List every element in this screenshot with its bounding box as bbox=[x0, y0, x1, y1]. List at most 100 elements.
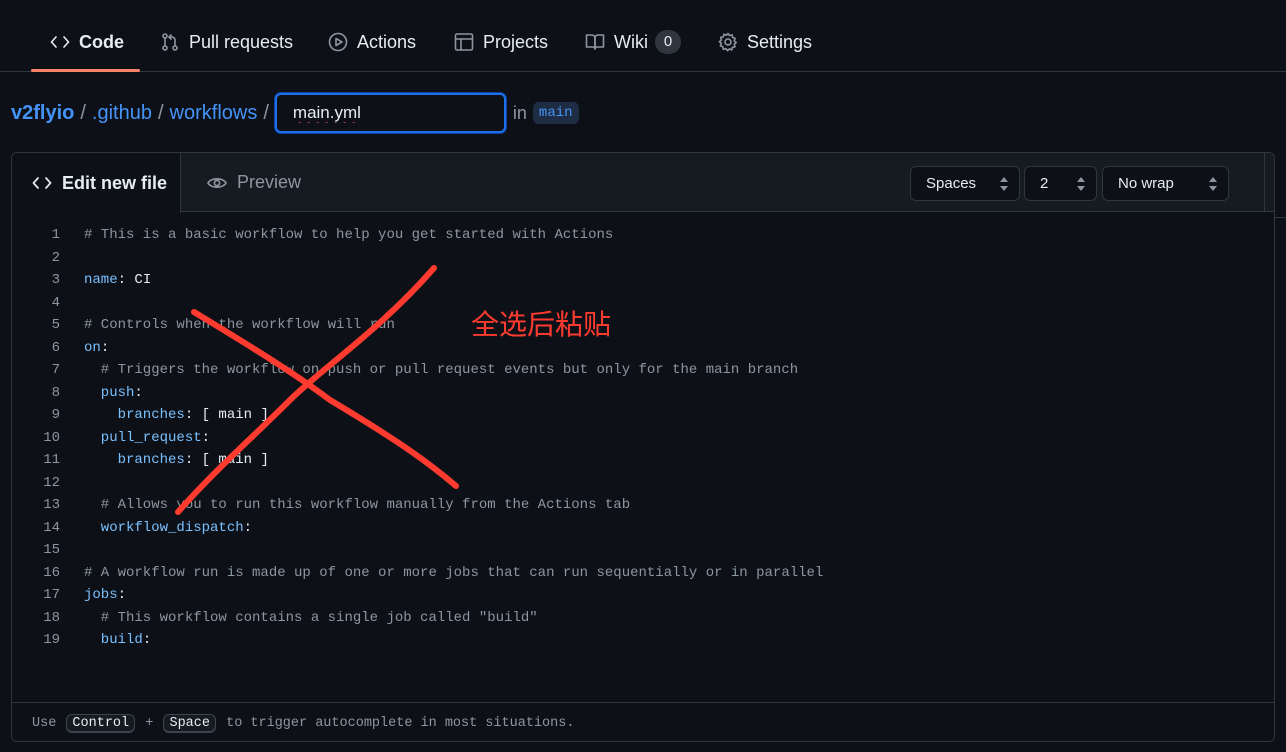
code-line: 19 build: bbox=[12, 629, 1264, 652]
yaml-comment: # Triggers the workflow on push or pull … bbox=[84, 362, 799, 378]
line-text: # Controls when the workflow will run bbox=[84, 314, 395, 337]
hint-rest: to trigger autocomplete in most situatio… bbox=[226, 715, 575, 731]
tab-actions[interactable]: Actions bbox=[328, 26, 416, 58]
hint-use: Use bbox=[32, 715, 57, 731]
eye-icon bbox=[207, 177, 227, 188]
code-line: 1 # This is a basic workflow to help you … bbox=[12, 224, 1264, 247]
yaml-key: push bbox=[84, 384, 135, 401]
select-arrows-icon bbox=[1208, 176, 1218, 192]
indent-mode-select[interactable]: Spaces bbox=[910, 166, 1020, 201]
tab-settings[interactable]: Settings bbox=[718, 26, 812, 58]
code-line: 2 bbox=[12, 247, 1264, 270]
line-number: 10 bbox=[43, 429, 60, 446]
line-number: 3 bbox=[51, 272, 60, 288]
tab-pull-requests-label: Pull requests bbox=[189, 31, 294, 52]
yaml-value: : [ main ] bbox=[184, 407, 269, 423]
tab-wiki-label: Wiki bbox=[614, 31, 648, 52]
wiki-counter-badge: 0 bbox=[655, 30, 681, 54]
line-text: # A workflow run is made up of one or mo… bbox=[84, 562, 823, 585]
breadcrumb-workflows-link[interactable]: workflows bbox=[170, 102, 258, 125]
tab-projects[interactable]: Projects bbox=[454, 26, 548, 58]
select-arrows-icon bbox=[1076, 176, 1086, 192]
tab-edit-new-file[interactable]: Edit new file bbox=[12, 153, 181, 213]
line-text: workflow_dispatch: bbox=[84, 517, 252, 540]
code-line: 12 bbox=[12, 472, 1264, 495]
yaml-value: : bbox=[201, 429, 211, 446]
line-text: # Triggers the workflow on push or pull … bbox=[84, 359, 798, 382]
line-number: 1 bbox=[51, 227, 60, 243]
breadcrumb-separator: / bbox=[80, 101, 86, 124]
line-number: 15 bbox=[43, 542, 60, 558]
code-line: 6 on: bbox=[12, 337, 1264, 360]
annotation-text: 全选后粘贴 bbox=[471, 308, 612, 341]
tab-pull-requests[interactable]: Pull requests bbox=[160, 26, 293, 58]
active-tab-indicator bbox=[31, 69, 140, 72]
editor-toolbar: Edit new file Preview Spaces 2 No wrap bbox=[12, 153, 1274, 213]
filename-input[interactable] bbox=[274, 93, 506, 133]
line-number: 17 bbox=[43, 587, 60, 603]
yaml-comment: # This workflow contains a single job ca… bbox=[84, 609, 538, 626]
line-number: 8 bbox=[51, 384, 60, 401]
indent-mode-value: Spaces bbox=[926, 175, 977, 192]
code-line: 14 workflow_dispatch: bbox=[12, 517, 1264, 540]
play-icon bbox=[328, 32, 348, 52]
yaml-value: : [ main ] bbox=[184, 452, 269, 468]
code-icon bbox=[32, 177, 52, 189]
yaml-value: : CI bbox=[117, 272, 152, 288]
code-line: 17 jobs: bbox=[12, 584, 1264, 607]
code-editor-area[interactable]: 1 # This is a basic workflow to help you … bbox=[12, 224, 1264, 652]
yaml-key: branches bbox=[84, 407, 185, 423]
line-text: # This is a basic workflow to help you g… bbox=[84, 224, 613, 247]
breadcrumb-owner-link[interactable]: v2flyio bbox=[11, 102, 74, 125]
yaml-key: branches bbox=[84, 452, 185, 468]
gear-icon bbox=[718, 32, 737, 52]
tab-preview-label: Preview bbox=[237, 172, 302, 192]
tab-preview[interactable]: Preview bbox=[207, 153, 301, 212]
tab-wiki[interactable]: Wiki 0 bbox=[585, 26, 681, 58]
file-editor: Edit new file Preview Spaces 2 No wrap 1… bbox=[11, 152, 1275, 742]
yaml-key: workflow_dispatch bbox=[84, 519, 244, 536]
line-text: name: CI bbox=[84, 269, 151, 292]
line-number: 11 bbox=[43, 452, 60, 468]
book-icon bbox=[585, 34, 605, 50]
breadcrumb-separator: / bbox=[263, 101, 269, 124]
indent-size-select[interactable]: 2 bbox=[1024, 166, 1097, 201]
tab-settings-label: Settings bbox=[747, 31, 813, 52]
tab-projects-label: Projects bbox=[483, 31, 549, 52]
tab-code[interactable]: Code bbox=[50, 26, 124, 58]
in-label: in bbox=[512, 102, 527, 123]
yaml-value: : bbox=[117, 587, 127, 603]
wrap-mode-value: No wrap bbox=[1118, 175, 1174, 192]
line-text: jobs: bbox=[84, 584, 126, 607]
code-line: 9 branches: [ main ] bbox=[12, 404, 1264, 427]
line-text: pull_request: bbox=[84, 427, 210, 450]
line-text: on: bbox=[84, 337, 109, 360]
code-line: 8 push: bbox=[12, 382, 1264, 405]
yaml-comment: # A workflow run is made up of one or mo… bbox=[84, 564, 824, 581]
pull-request-icon bbox=[162, 33, 178, 51]
wrap-mode-select[interactable]: No wrap bbox=[1102, 166, 1229, 201]
line-text: # Allows you to run this workflow manual… bbox=[84, 494, 630, 517]
line-number: 12 bbox=[43, 474, 60, 491]
line-number: 18 bbox=[43, 609, 60, 626]
line-number: 4 bbox=[51, 294, 60, 311]
yaml-value: : bbox=[142, 632, 152, 648]
line-number: 9 bbox=[51, 407, 60, 423]
line-number: 19 bbox=[43, 632, 60, 648]
line-text: build: bbox=[84, 629, 151, 652]
line-text: branches: [ main ] bbox=[84, 449, 269, 472]
branch-badge: main bbox=[532, 102, 579, 124]
code-line: 4 bbox=[12, 292, 1264, 315]
yaml-comment: # Allows you to run this workflow manual… bbox=[84, 497, 631, 513]
code-line: 11 branches: [ main ] bbox=[12, 449, 1264, 472]
toolbar-divider bbox=[1264, 153, 1265, 212]
select-arrows-icon bbox=[999, 176, 1009, 192]
breadcrumb-github-link[interactable]: .github bbox=[92, 102, 152, 125]
line-number: 5 bbox=[51, 317, 60, 333]
line-number: 13 bbox=[43, 497, 60, 513]
yaml-key: name bbox=[84, 272, 118, 288]
editor-footer-hint: Use Control + Space to trigger autocompl… bbox=[12, 702, 1274, 741]
tab-code-label: Code bbox=[79, 31, 124, 52]
yaml-key: pull_request bbox=[84, 429, 202, 446]
yaml-key: on bbox=[84, 339, 101, 356]
